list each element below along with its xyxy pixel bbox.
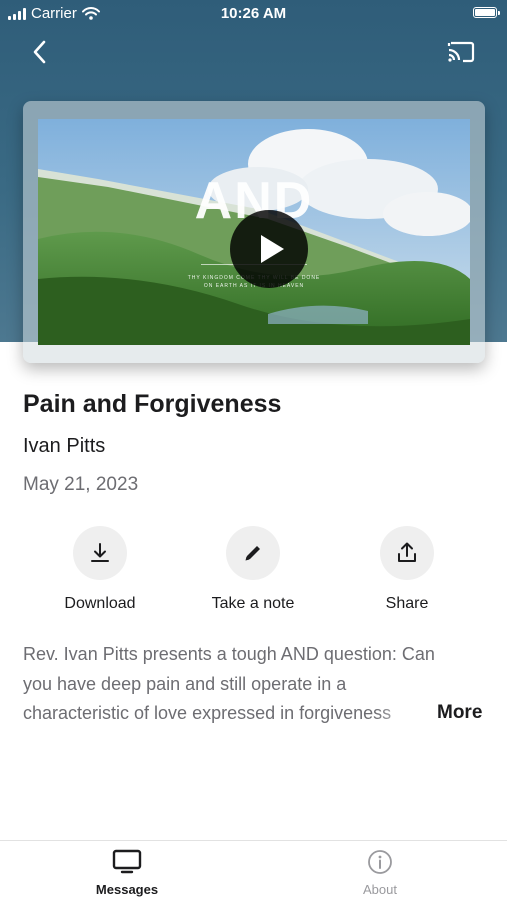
play-button[interactable] (230, 210, 308, 288)
take-note-label: Take a note (211, 595, 295, 612)
tab-about-label: About (363, 882, 397, 897)
battery-icon (473, 7, 500, 18)
description-line-2: you have deep pain and still operate in … (23, 673, 347, 694)
info-icon (368, 850, 392, 874)
tab-bar: Messages About (0, 840, 507, 901)
pencil-icon (245, 546, 260, 561)
chevron-left-icon (33, 40, 46, 64)
share-icon (398, 542, 416, 562)
take-note-button[interactable]: Take a note (193, 526, 313, 613)
back-button[interactable] (26, 36, 56, 68)
message-description: Rev. Ivan Pitts presents a tough AND que… (23, 640, 453, 729)
status-bar: Carrier 10:26 AM (0, 0, 507, 28)
download-circle (73, 526, 127, 580)
share-label: Share (385, 595, 429, 612)
video-player[interactable]: AND THY KINGDOM COME THY WILL BE DONE ON… (23, 101, 485, 363)
more-link[interactable]: More (437, 702, 482, 724)
status-time: 10:26 AM (220, 5, 287, 22)
download-icon (91, 543, 109, 562)
cast-button[interactable] (445, 38, 477, 66)
speaker-name: Ivan Pitts (23, 435, 106, 457)
message-title: Pain and Forgiveness (23, 390, 282, 418)
download-label: Download (64, 595, 136, 612)
message-date: May 21, 2023 (23, 474, 139, 495)
description-line-1: Rev. Ivan Pitts presents a tough AND que… (23, 644, 435, 664)
take-note-circle (226, 526, 280, 580)
play-icon (261, 235, 284, 263)
share-button[interactable]: Share (347, 526, 467, 613)
tv-icon (112, 849, 142, 874)
tab-about[interactable]: About (320, 849, 440, 897)
tab-messages-label: Messages (95, 882, 159, 897)
video-thumbnail: AND THY KINGDOM COME THY WILL BE DONE ON… (38, 119, 470, 345)
description-line-3: characteristic of love expressed in forg… (23, 703, 392, 723)
cast-icon (447, 41, 475, 63)
action-row: Download Take a note Share (0, 526, 507, 616)
share-circle (380, 526, 434, 580)
tab-messages[interactable]: Messages (67, 849, 187, 897)
download-button[interactable]: Download (40, 526, 160, 613)
